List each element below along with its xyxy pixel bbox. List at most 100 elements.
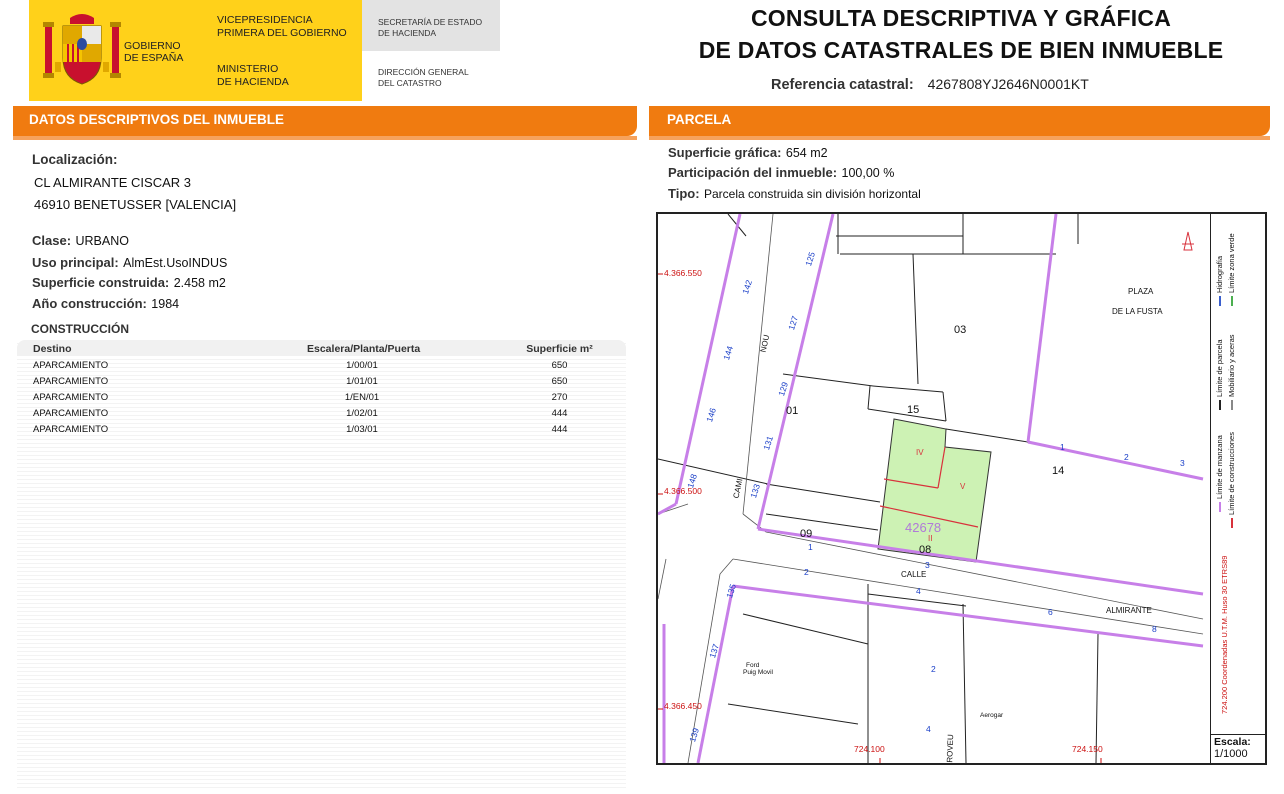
- legend-hidro: Hidrografía: [1215, 256, 1224, 306]
- place-name-line2: DE LA FUSTA: [1112, 307, 1163, 316]
- localizacion-label: Localización:: [32, 152, 118, 167]
- cell-destino: APARCAMIENTO: [33, 424, 109, 435]
- construccion-table: Destino Escalera/Planta/Puerta Superfici…: [17, 340, 626, 790]
- legend-mobil-label: Mobiliario y aceras: [1227, 334, 1236, 397]
- lot-09: 09: [800, 528, 813, 540]
- uso-value: AlmEst.UsoINDUS: [123, 256, 228, 270]
- gov-name-line1: GOBIERNO: [124, 40, 181, 52]
- referencia-catastral: Referencia catastral: 4267808YJ2646N0001K…: [771, 76, 1089, 93]
- business-ford-2: Puig Movil: [743, 669, 773, 676]
- roman-v: V: [960, 482, 966, 491]
- clase-value: URBANO: [75, 234, 129, 248]
- portal-number: 2: [931, 664, 936, 674]
- ministry-line1: MINISTERIO: [217, 63, 279, 75]
- coord-x-right: 724.150: [1072, 744, 1103, 754]
- tipo-label: Tipo:: [668, 186, 700, 201]
- section-title-descriptivos: DATOS DESCRIPTIVOS DEL INMUEBLE: [13, 106, 637, 136]
- business-aerogar: Aerogar: [980, 712, 1004, 719]
- parcela-swatch-icon: [1219, 400, 1222, 410]
- anio-row: Año construcción: 1984: [32, 295, 179, 313]
- scale-label: Escala:: [1214, 736, 1251, 748]
- anio-label: Año construcción:: [32, 296, 147, 311]
- portal-number: 1: [808, 542, 813, 552]
- legend-coord-x: 724.200: [1220, 686, 1229, 714]
- construccion-title: CONSTRUCCIÓN: [31, 322, 129, 336]
- cell-superficie: 270: [551, 392, 568, 403]
- ref-label: Referencia catastral:: [771, 77, 914, 93]
- manzana-swatch-icon: [1219, 502, 1222, 512]
- participacion-row: Participación del inmueble: 100,00 %: [668, 164, 894, 182]
- north-arrow-icon: [1182, 231, 1194, 251]
- cadastral-map[interactable]: 4.366.550 4.366.500 4.366.450 724.100 72…: [656, 212, 1267, 765]
- place-name-line1: PLAZA: [1128, 287, 1154, 296]
- mobil-swatch-icon: [1231, 400, 1234, 410]
- cell-destino: APARCAMIENTO: [33, 360, 109, 371]
- portal-number: 8: [1152, 624, 1157, 634]
- cell-destino: APARCAMIENTO: [33, 376, 109, 387]
- coord-x-left: 724.100: [854, 744, 885, 754]
- portal-number: 2: [804, 567, 809, 577]
- superficie-value: 2.458 m2: [173, 276, 226, 290]
- street-almirante-label: ALMIRANTE: [1106, 606, 1152, 615]
- portal-number: 4: [916, 586, 921, 596]
- cell-superficie: 444: [551, 408, 568, 419]
- table-row: APARCAMIENTO 1/EN/01 270: [17, 390, 626, 406]
- legend-parcela: Límite de parcela: [1215, 339, 1224, 410]
- coat-of-arms-icon: [43, 14, 121, 85]
- lot-03: 03: [954, 324, 967, 336]
- table-header-superficie: Superficie m²: [526, 343, 593, 355]
- ministry-line2: DE HACIENDA: [217, 76, 289, 88]
- legend-separator: [1210, 214, 1211, 763]
- superficie-grafica-label: Superficie gráfica:: [668, 145, 782, 160]
- table-row: APARCAMIENTO 1/01/01 650: [17, 374, 626, 390]
- cell-destino: APARCAMIENTO: [33, 392, 109, 403]
- section-title-parcela: PARCELA: [649, 106, 1270, 136]
- cell-superficie: 650: [551, 360, 568, 371]
- cell-superficie: 650: [551, 376, 568, 387]
- parcel-boundaries: [658, 214, 1099, 763]
- constr-swatch-icon: [1231, 518, 1234, 528]
- legend-manzana: Límite de manzana: [1215, 435, 1224, 512]
- portal-number: 4: [926, 724, 931, 734]
- legend-coord: 724.200 Coordenadas U.T.M. Huso 30 ETRS8…: [1220, 556, 1229, 714]
- scale-box: Escala: 1/1000: [1210, 734, 1265, 763]
- table-row: APARCAMIENTO 1/02/01 444: [17, 406, 626, 422]
- secretaria-line1: SECRETARÍA DE ESTADO: [378, 17, 483, 27]
- cell-escalera: 1/00/01: [346, 360, 378, 371]
- superficie-label: Superficie construida:: [32, 275, 170, 290]
- verde-swatch-icon: [1231, 296, 1234, 306]
- secretaria-line2: DE HACIENDA: [378, 28, 437, 38]
- lot-01: 01: [786, 405, 799, 417]
- direccion-line1: DIRECCIÓN GENERAL: [378, 67, 469, 77]
- address-line2: 46910 BENETUSSER [VALENCIA]: [34, 197, 237, 212]
- roman-iv: IV: [916, 448, 924, 457]
- section-underline-left: [13, 136, 637, 140]
- direccion-line2: DEL CATASTRO: [378, 78, 442, 88]
- tipo-value: Parcela construida sin división horizont…: [703, 187, 921, 201]
- section-underline-right: [649, 136, 1270, 140]
- coord-y-mid: 4.366.500: [664, 486, 702, 496]
- business-ford-1: Ford: [746, 662, 760, 669]
- cell-destino: APARCAMIENTO: [33, 408, 109, 419]
- uso-row: Uso principal: AlmEst.UsoINDUS: [32, 254, 227, 272]
- cell-escalera: 1/EN/01: [344, 392, 380, 403]
- parcel-fill: [877, 418, 992, 563]
- ref-value: 4267808YJ2646N0001KT: [927, 76, 1089, 92]
- portal-number: 3: [925, 560, 930, 570]
- street-calle-label: CALLE: [901, 570, 927, 579]
- table-header-escalera: Escalera/Planta/Puerta: [307, 343, 421, 355]
- portal-number: 2: [1124, 452, 1129, 462]
- superficie-grafica-row: Superficie gráfica: 654 m2: [668, 144, 828, 162]
- cell-superficie: 444: [551, 424, 568, 435]
- anio-value: 1984: [151, 297, 180, 311]
- vice-line2: PRIMERA DEL GOBIERNO: [217, 27, 347, 39]
- lot-15: 15: [907, 404, 920, 416]
- scale-value: 1/1000: [1214, 748, 1248, 760]
- legend-manzana-label: Límite de manzana: [1215, 435, 1224, 499]
- street-roveu-label: ROVEU: [945, 734, 956, 763]
- table-header-destino: Destino: [33, 343, 72, 355]
- page-title-line1: CONSULTA DESCRIPTIVA Y GRÁFICA: [750, 5, 1172, 31]
- tipo-row: Tipo: Parcela construida sin división ho…: [668, 185, 921, 203]
- hidro-swatch-icon: [1219, 296, 1222, 306]
- table-row: APARCAMIENTO 1/00/01 650: [17, 358, 626, 374]
